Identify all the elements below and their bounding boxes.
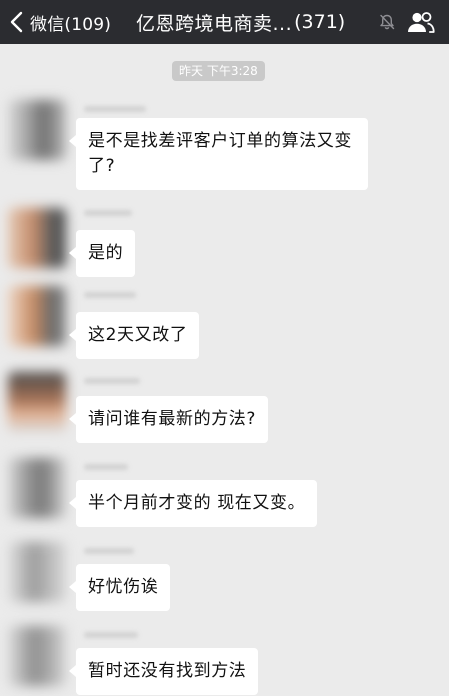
message-bubble[interactable]: 是的 [68,230,136,277]
group-name: 亿恩跨境电商卖... [136,12,293,35]
timestamp-badge: 昨天 下午3:28 [172,61,265,81]
avatar[interactable] [8,372,66,432]
avatar[interactable] [8,286,66,346]
member-count: (371) [294,11,346,33]
sender-name [84,292,136,298]
sender-name [84,548,134,554]
muted-bell-icon [380,14,395,30]
people-icon[interactable] [407,11,435,33]
chat-title: 亿恩跨境电商卖... (371) [136,0,345,44]
avatar[interactable] [8,208,66,268]
message-bubble[interactable]: 半个月前才变的 现在又变。 [68,480,318,527]
back-label: 微信(109) [30,14,112,35]
sender-name [84,106,146,112]
avatar[interactable] [8,626,66,686]
back-button[interactable]: 微信(109) [8,0,111,44]
sender-name [84,632,138,638]
message-bubble[interactable]: 这2天又改了 [68,312,200,359]
message-bubble[interactable]: 好忧伤诶 [68,564,171,611]
sender-name [84,210,132,216]
message-bubble[interactable]: 请问谁有最新的方法? [68,396,269,443]
avatar[interactable] [8,100,66,160]
avatar[interactable] [8,542,66,602]
message-bubble[interactable]: 是不是找差评客户订单的算法又变了? [69,118,368,190]
chat-header: 微信(109) 亿恩跨境电商卖... (371) [0,0,449,44]
avatar[interactable] [8,458,66,518]
sender-name [84,464,128,470]
sender-name [84,378,140,384]
message-bubble[interactable]: 暂时还没有找到方法 [68,648,259,695]
chevron-left-icon [10,11,23,33]
